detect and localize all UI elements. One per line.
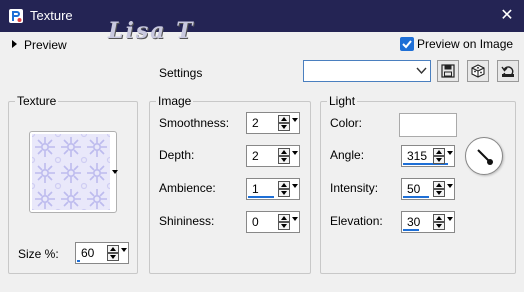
preview-label[interactable]: Preview xyxy=(24,38,67,52)
color-label: Color: xyxy=(330,116,363,130)
chevron-down-icon[interactable] xyxy=(416,65,427,76)
stepper-arrows-icon[interactable] xyxy=(433,214,445,230)
shininess-stepper[interactable]: 0 xyxy=(246,211,300,233)
stepper-dropdown-icon[interactable] xyxy=(447,217,453,221)
light-group: Light Color: Angle: 315 Intensity: 50 El… xyxy=(320,95,516,274)
stepper-arrows-icon[interactable] xyxy=(433,181,445,197)
stepper-dropdown-icon[interactable] xyxy=(447,151,453,155)
angle-value[interactable]: 315 xyxy=(407,149,427,163)
save-preset-button[interactable] xyxy=(437,60,459,82)
smoothness-label: Smoothness: xyxy=(159,116,230,130)
preview-on-image-label[interactable]: Preview on Image xyxy=(417,37,513,51)
randomize-icon xyxy=(471,64,485,78)
stepper-dropdown-icon[interactable] xyxy=(292,184,298,188)
depth-stepper[interactable]: 2 xyxy=(246,145,300,167)
texture-swatch[interactable] xyxy=(29,131,117,213)
ambience-value[interactable]: 1 xyxy=(252,182,259,196)
intensity-label: Intensity: xyxy=(330,181,379,195)
save-preset-icon xyxy=(441,64,455,78)
angle-dial-icon xyxy=(477,149,493,165)
elevation-stepper[interactable]: 30 xyxy=(401,211,455,233)
texture-group: Texture Size %: 60 xyxy=(8,95,138,274)
angle-dial[interactable] xyxy=(465,137,503,175)
elevation-label: Elevation: xyxy=(330,214,383,228)
expand-arrow-icon[interactable] xyxy=(12,40,17,48)
texture-pattern-icon xyxy=(32,134,110,210)
stepper-dropdown-icon[interactable] xyxy=(292,118,298,122)
title-bar: Texture Lisa T ✕ xyxy=(0,0,524,44)
light-color-swatch[interactable] xyxy=(399,113,457,137)
smoothness-stepper[interactable]: 2 xyxy=(246,112,300,134)
ambience-level-bar xyxy=(248,196,274,198)
angle-stepper[interactable]: 315 xyxy=(401,145,455,167)
angle-label: Angle: xyxy=(330,148,365,162)
intensity-level-bar xyxy=(403,196,429,198)
size-value[interactable]: 60 xyxy=(81,246,94,260)
close-icon[interactable]: ✕ xyxy=(497,6,517,26)
preset-dropdown[interactable] xyxy=(303,60,431,82)
image-group: Image Smoothness: 2 Depth: 2 Ambience: 1… xyxy=(149,95,311,274)
window-title: Texture xyxy=(30,8,73,23)
stepper-arrows-icon[interactable] xyxy=(433,148,445,164)
intensity-stepper[interactable]: 50 xyxy=(401,178,455,200)
settings-label: Settings xyxy=(159,66,203,80)
size-level-bar xyxy=(77,260,80,262)
elevation-level-bar xyxy=(403,229,419,231)
shininess-label: Shininess: xyxy=(159,214,215,228)
intensity-value[interactable]: 50 xyxy=(407,182,420,196)
elevation-value[interactable]: 30 xyxy=(407,215,420,229)
reset-icon xyxy=(501,66,514,77)
stepper-arrows-icon[interactable] xyxy=(278,181,290,197)
stepper-dropdown-icon[interactable] xyxy=(292,151,298,155)
texture-group-title: Texture xyxy=(15,94,59,108)
stepper-dropdown-icon[interactable] xyxy=(292,217,298,221)
stepper-arrows-icon[interactable] xyxy=(107,245,119,261)
depth-label: Depth: xyxy=(159,148,195,162)
app-icon xyxy=(9,9,23,23)
reset-button[interactable] xyxy=(497,60,519,82)
checkmark-icon[interactable] xyxy=(400,37,414,51)
stepper-dropdown-icon[interactable] xyxy=(447,184,453,188)
stepper-arrows-icon[interactable] xyxy=(278,214,290,230)
ambience-label: Ambience: xyxy=(159,181,216,195)
ambience-stepper[interactable]: 1 xyxy=(246,178,300,200)
stepper-arrows-icon[interactable] xyxy=(278,115,290,131)
size-stepper[interactable]: 60 xyxy=(75,242,129,264)
smoothness-value[interactable]: 2 xyxy=(252,116,259,130)
watermark-signature: Lisa T xyxy=(108,18,195,44)
shininess-value[interactable]: 0 xyxy=(252,215,259,229)
stepper-arrows-icon[interactable] xyxy=(278,148,290,164)
light-group-title: Light xyxy=(327,94,358,108)
depth-value[interactable]: 2 xyxy=(252,149,259,163)
texture-dropdown-arrow-icon[interactable] xyxy=(112,170,118,174)
stepper-dropdown-icon[interactable] xyxy=(121,248,127,252)
image-group-title: Image xyxy=(156,94,194,108)
randomize-button[interactable] xyxy=(467,60,489,82)
size-label: Size %: xyxy=(18,247,59,261)
